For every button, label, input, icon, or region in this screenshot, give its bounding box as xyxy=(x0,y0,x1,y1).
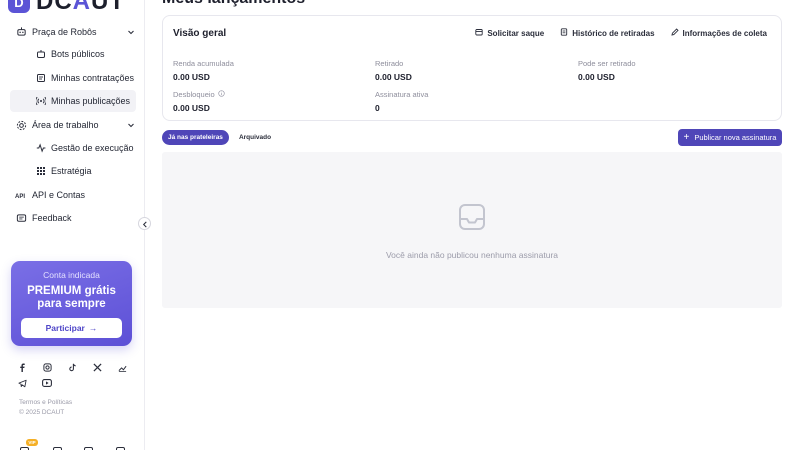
bot-icon xyxy=(35,49,46,60)
sidebar-item-label: Minhas publicações xyxy=(51,96,131,106)
stat-accumulated-income: Renda acumulada 0.00 USD xyxy=(173,59,234,82)
activity-icon xyxy=(35,142,46,153)
sidebar-group-workspace[interactable]: Área de trabalho xyxy=(10,114,136,137)
sidebar-nav: Praça de Robôs Bots públicos Minhas cont… xyxy=(10,20,136,230)
sidebar-group-label: Praça de Robôs xyxy=(32,26,97,37)
referral-promo-card: Conta indicada PREMIUM grátis para sempr… xyxy=(11,261,132,346)
api-icon: API xyxy=(15,189,27,201)
chevron-down-icon xyxy=(126,120,136,130)
sidebar-group-robot-market[interactable]: Praça de Robôs xyxy=(10,20,136,43)
telegram-icon[interactable] xyxy=(17,378,27,388)
info-icon[interactable] xyxy=(218,90,225,99)
instagram-icon[interactable] xyxy=(42,362,52,372)
withdraw-icon xyxy=(475,28,483,38)
sidebar-item-public-bots[interactable]: Bots públicos xyxy=(10,43,136,65)
empty-state-panel: Você ainda não publicou nenhuma assinatu… xyxy=(162,152,782,308)
sidebar-item-label: Gestão de execução xyxy=(51,142,134,153)
chevron-down-icon xyxy=(126,27,136,37)
sidebar-item-my-contracts[interactable]: Minhas contratações xyxy=(10,67,136,89)
sidebar-item-label: Estratégia xyxy=(51,166,92,176)
inbox-icon xyxy=(458,203,486,236)
plus-icon: + xyxy=(683,131,690,143)
sidebar-item-execution-management[interactable]: Gestão de execução xyxy=(10,137,136,159)
terms-link[interactable]: Termos e Políticas xyxy=(19,398,72,408)
feedback-icon xyxy=(15,212,27,224)
logo-mark: D xyxy=(8,0,30,13)
overview-title: Visão geral xyxy=(173,28,227,39)
sidebar-group-feedback[interactable]: Feedback xyxy=(10,207,136,230)
sidebar-group-label: Feedback xyxy=(32,213,72,223)
participate-button[interactable]: Participar → xyxy=(21,318,122,338)
promo-subtitle: Conta indicada xyxy=(43,270,100,280)
edit-icon xyxy=(670,28,679,38)
sidebar-group-api-accounts[interactable]: API API e Contas xyxy=(10,184,136,207)
svg-text:API: API xyxy=(15,194,25,200)
publish-subscription-button[interactable]: + Publicar nova assinatura xyxy=(678,129,782,146)
social-links xyxy=(17,362,137,388)
logo[interactable]: D DCAUT xyxy=(8,0,125,16)
tab-on-shelves[interactable]: Já nas prateleiras xyxy=(162,130,229,145)
sidebar-group-label: API e Contas xyxy=(32,190,86,200)
stat-unlock: Desbloqueio 0.00 USD xyxy=(173,90,225,113)
page-title: Meus lançamentos xyxy=(162,0,305,8)
contract-icon xyxy=(35,72,46,83)
facebook-icon[interactable] xyxy=(17,362,27,372)
legal-footer: Termos e Políticas © 2025 DCAUT xyxy=(19,398,72,418)
sidebar-group-label: Área de trabalho xyxy=(32,120,99,130)
chevron-left-icon xyxy=(142,215,148,233)
publication-tabs: Já nas prateleiras Arquivado xyxy=(162,130,277,145)
sidebar-item-label: Minhas contratações xyxy=(51,72,135,83)
withdrawal-history-button[interactable]: Histórico de retiradas xyxy=(560,28,655,38)
logo-text: DCAUT xyxy=(36,0,126,15)
youtube-icon[interactable] xyxy=(42,378,52,388)
sidebar-collapse-button[interactable] xyxy=(138,217,151,230)
sidebar-item-my-publications[interactable]: Minhas publicações xyxy=(10,90,136,112)
bottom-toolbar xyxy=(20,444,130,450)
overview-actions: Solicitar saque Histórico de retiradas I… xyxy=(475,28,767,38)
request-withdrawal-button[interactable]: Solicitar saque xyxy=(475,28,544,38)
stat-active-subscriptions: Assinatura ativa 0 xyxy=(375,90,429,113)
tiktok-icon[interactable] xyxy=(67,362,77,372)
broadcast-icon xyxy=(35,96,46,107)
robot-icon xyxy=(15,26,27,38)
sidebar-item-strategy[interactable]: Estratégia xyxy=(10,160,136,182)
history-icon xyxy=(560,28,568,38)
tab-archived[interactable]: Arquivado xyxy=(233,130,277,145)
chart-icon[interactable] xyxy=(117,362,127,372)
stat-withdrawable: Pode ser retirado 0.00 USD xyxy=(578,59,636,82)
grid-icon xyxy=(35,166,46,177)
stat-withdrawn: Retirado 0.00 USD xyxy=(375,59,412,82)
workspace-icon xyxy=(15,119,27,131)
sidebar-item-label: Bots públicos xyxy=(51,49,105,59)
promo-headline: PREMIUM grátis para sempre xyxy=(27,285,116,310)
arrow-right-icon: → xyxy=(88,323,98,333)
copyright-text: © 2025 DCAUT xyxy=(19,409,65,416)
sidebar: D DCAUT Praça de Robôs Bots públicos Min… xyxy=(0,0,145,450)
x-icon[interactable] xyxy=(92,362,102,372)
overview-card: Visão geral Solicitar saque Histórico de… xyxy=(162,15,782,121)
empty-state-message: Você ainda não publicou nenhuma assinatu… xyxy=(385,250,559,260)
collection-info-button[interactable]: Informações de coleta xyxy=(670,28,767,38)
